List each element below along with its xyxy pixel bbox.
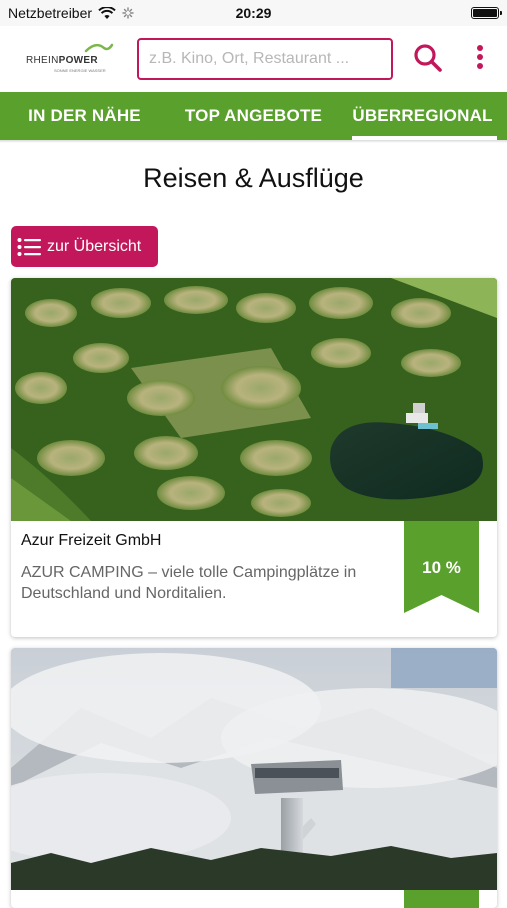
more-vertical-icon[interactable] — [470, 42, 490, 74]
category-tabs: IN DER NÄHE TOP ANGEBOTE ÜBERREGIONAL — [0, 92, 507, 140]
status-time: 20:29 — [235, 5, 272, 21]
tab-in-der-naehe[interactable]: IN DER NÄHE — [0, 92, 169, 140]
search-icon[interactable] — [412, 42, 444, 74]
logo-text-part2: POWER — [58, 55, 98, 66]
card-company-name: Azur Freizeit GmbH — [21, 532, 162, 549]
discount-value: 10 % — [422, 558, 461, 577]
list-icon — [17, 237, 41, 256]
status-bar: Netzbetreiber 20:29 — [0, 0, 507, 26]
rheinpower-logo[interactable]: RHEINPOWER SONNE ENERGIE WASSER — [26, 43, 118, 77]
offer-card[interactable] — [11, 648, 497, 908]
card-description: AZUR CAMPING – viele tolle Campingplätze… — [21, 564, 357, 602]
battery-icon — [471, 7, 502, 19]
logo-text-part1: RHEIN — [26, 55, 59, 66]
battery-level — [473, 9, 497, 17]
offer-card[interactable]: Azur Freizeit GmbH AZUR CAMPING – viele … — [11, 278, 497, 637]
page-title: Reisen & Ausflüge — [143, 163, 364, 193]
ski-jump-tower-mountain-photo — [11, 648, 497, 890]
tab-label: ÜBERREGIONAL — [352, 106, 493, 125]
overview-button-label: zur Übersicht — [47, 237, 142, 255]
tab-ueberregional[interactable]: ÜBERREGIONAL — [338, 92, 507, 140]
logo-text: RHEINPOWER — [26, 55, 98, 66]
app-header: RHEINPOWER SONNE ENERGIE WASSER — [0, 26, 507, 92]
search-input[interactable] — [137, 38, 393, 80]
logo-swoosh-icon — [84, 43, 114, 53]
discount-ribbon: 10 % — [404, 521, 479, 613]
tab-top-angebote[interactable]: TOP ANGEBOTE — [169, 92, 338, 140]
tab-label: IN DER NÄHE — [28, 106, 141, 125]
logo-subtitle: SONNE ENERGIE WASSER — [54, 68, 106, 73]
tab-label: TOP ANGEBOTE — [184, 106, 323, 125]
aerial-campground-photo — [11, 278, 497, 521]
discount-ribbon — [404, 890, 479, 908]
overview-button[interactable]: zur Übersicht — [11, 226, 158, 267]
tabs-shadow — [0, 140, 507, 143]
